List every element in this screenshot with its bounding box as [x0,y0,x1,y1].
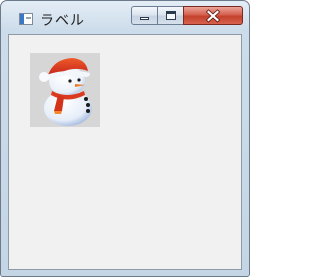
snowman-icon [39,58,92,126]
close-button[interactable] [183,6,243,25]
app-window: ラベル [0,0,250,277]
window-app-icon[interactable] [19,13,33,25]
window-controls [131,6,245,26]
snowman-picture-label [30,53,100,127]
app-icon-strip [20,14,24,24]
close-icon [205,9,221,23]
minimize-button[interactable] [131,6,158,25]
minimize-icon [140,17,149,20]
maximize-icon [166,11,176,20]
title-bar[interactable]: ラベル [1,1,249,35]
app-icon-bar [26,17,31,19]
client-area [8,34,242,270]
window-title: ラベル [40,13,85,29]
maximize-button[interactable] [157,6,184,25]
